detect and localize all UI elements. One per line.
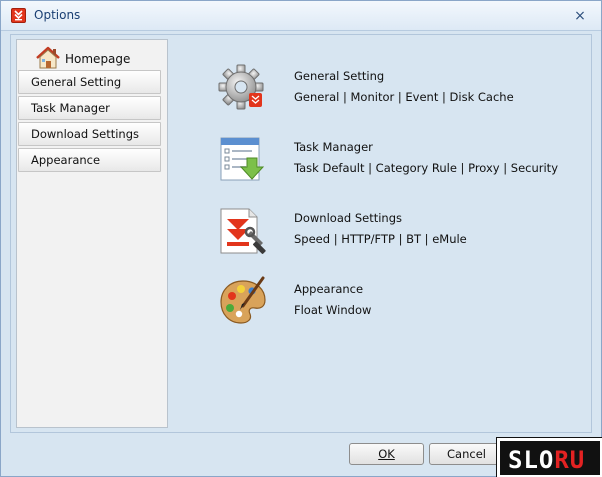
sidebar-item-label: General Setting — [31, 75, 122, 89]
gear-icon[interactable] — [217, 63, 269, 115]
option-links-task-manager[interactable]: Task Default | Category Rule | Proxy | S… — [294, 161, 558, 175]
option-title-general-setting[interactable]: General Setting — [294, 69, 384, 83]
palette-icon[interactable] — [217, 276, 269, 328]
option-appearance: Appearance Float Window — [217, 276, 577, 330]
sidebar-item-task-manager[interactable]: Task Manager — [18, 96, 161, 120]
window-title: Options — [34, 8, 81, 22]
sidebar-item-label: Task Manager — [31, 101, 110, 115]
sidebar-item-label: Download Settings — [31, 127, 139, 141]
sidebar-item-appearance[interactable]: Appearance — [18, 148, 161, 172]
option-download-settings: Download Settings Speed | HTTP/FTP | BT … — [217, 205, 577, 259]
close-button[interactable]: × — [572, 8, 588, 24]
content-area: Homepage General Setting Task Manager Do… — [10, 34, 592, 433]
option-task-manager: Task Manager Task Default | Category Rul… — [217, 134, 577, 188]
sidebar-item-label: Appearance — [31, 153, 101, 167]
option-links-general-setting[interactable]: General | Monitor | Event | Disk Cache — [294, 90, 514, 104]
sidebar: Homepage General Setting Task Manager Do… — [16, 39, 168, 428]
option-links-download-settings[interactable]: Speed | HTTP/FTP | BT | eMule — [294, 232, 467, 246]
cancel-button[interactable]: Cancel — [429, 443, 504, 465]
option-general-setting: General Setting General | Monitor | Even… — [217, 63, 577, 117]
ok-button[interactable]: OK — [349, 443, 424, 465]
sidebar-item-download-settings[interactable]: Download Settings — [18, 122, 161, 146]
app-logo-icon — [11, 8, 26, 23]
task-list-icon[interactable] — [217, 134, 269, 186]
watermark-logo: SLORU — [496, 437, 602, 477]
title-bar[interactable]: Options × — [1, 1, 601, 31]
sidebar-home-label: Homepage — [65, 52, 131, 66]
option-links-appearance[interactable]: Float Window — [294, 303, 371, 317]
option-title-download-settings[interactable]: Download Settings — [294, 211, 402, 225]
ok-button-label: OK — [378, 447, 395, 461]
home-icon — [36, 46, 60, 69]
options-dialog: Options × Homepage General Setting Task … — [0, 0, 602, 477]
cancel-button-label: Cancel — [447, 447, 486, 461]
sidebar-item-general-setting[interactable]: General Setting — [18, 70, 161, 94]
option-title-task-manager[interactable]: Task Manager — [294, 140, 373, 154]
option-title-appearance[interactable]: Appearance — [294, 282, 363, 296]
download-tools-icon[interactable] — [217, 205, 269, 257]
watermark-text-part1: SLO — [508, 446, 555, 474]
watermark-text-part2: RU — [554, 446, 586, 474]
